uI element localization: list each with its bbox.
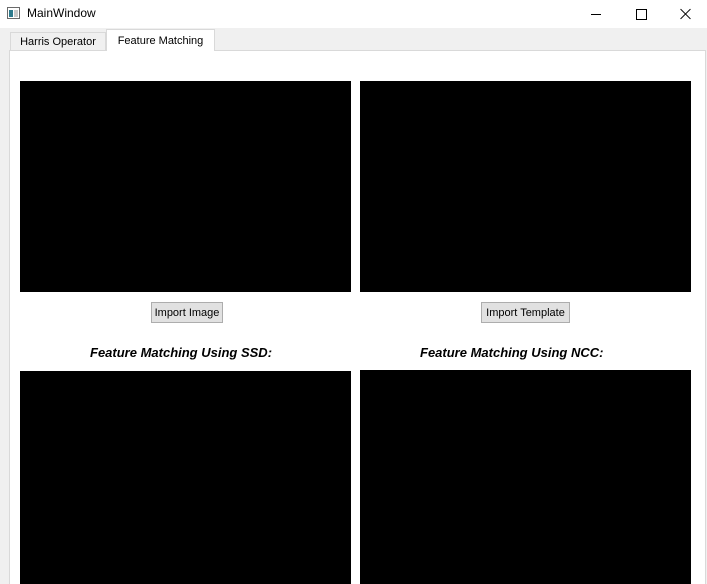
ncc-result-view <box>360 370 691 584</box>
minimize-icon <box>591 13 601 15</box>
import-image-button[interactable]: Import Image <box>151 302 223 323</box>
app-icon <box>7 7 20 19</box>
title-bar[interactable]: MainWindow <box>0 0 707 28</box>
maximize-icon <box>635 8 647 20</box>
close-icon <box>680 8 692 20</box>
input-image-view <box>20 81 351 292</box>
window-title: MainWindow <box>27 6 96 20</box>
minimize-button[interactable] <box>573 0 619 28</box>
main-window: MainWindow Harris Operator Feature Match… <box>0 0 707 584</box>
maximize-button[interactable] <box>618 0 664 28</box>
tab-label: Harris Operator <box>20 35 96 48</box>
ncc-result-label: Feature Matching Using NCC: <box>420 345 604 360</box>
close-button[interactable] <box>663 0 707 28</box>
import-template-button[interactable]: Import Template <box>481 302 570 323</box>
tab-label: Feature Matching <box>117 34 204 47</box>
template-image-view <box>360 81 691 292</box>
tab-feature-matching[interactable]: Feature Matching <box>106 29 215 51</box>
ssd-result-view <box>20 371 351 584</box>
ssd-result-label: Feature Matching Using SSD: <box>90 345 273 360</box>
tab-harris-operator[interactable]: Harris Operator <box>10 32 106 50</box>
